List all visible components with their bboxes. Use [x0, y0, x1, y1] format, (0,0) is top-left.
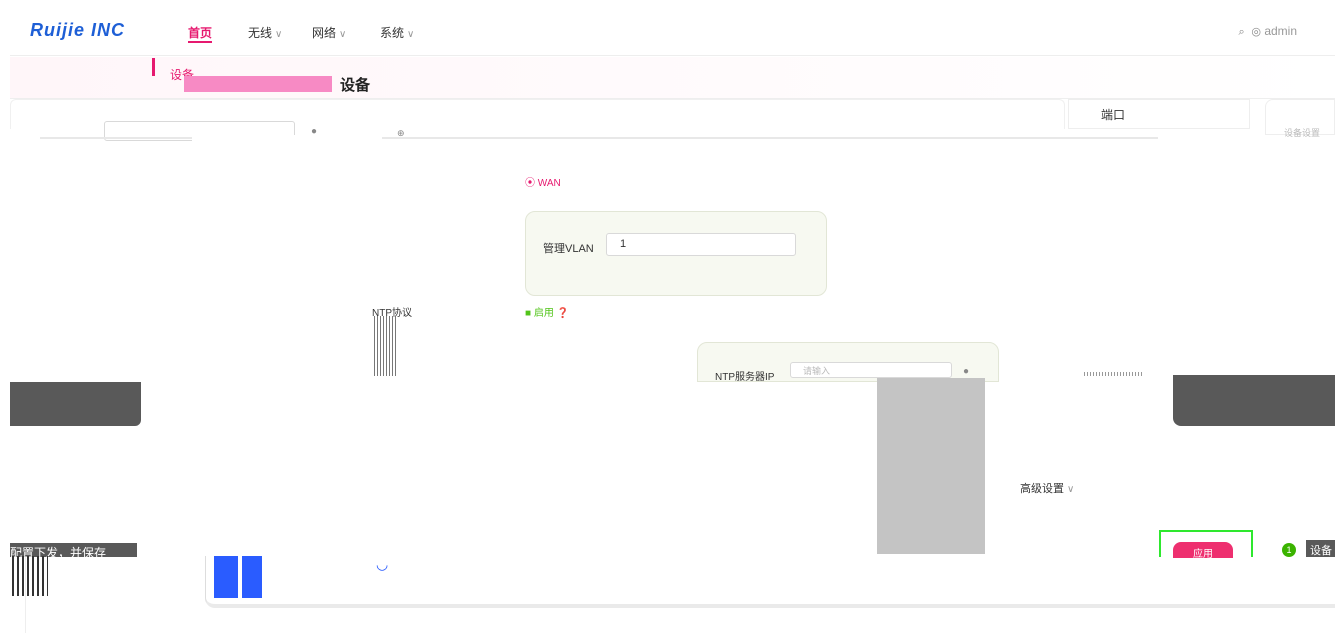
checkbox-icon[interactable]: ■ — [525, 308, 531, 319]
chevron-down-icon: ∨ — [407, 29, 415, 40]
vlan-label: 管理VLAN — [543, 243, 594, 255]
tab-device-settings-label: 设备设置 — [1284, 128, 1321, 138]
apply-button[interactable]: 应用 — [1173, 542, 1233, 558]
search-icon[interactable]: ⌕ — [1239, 26, 1245, 38]
bottom-stripes — [12, 556, 48, 596]
ntp-toggle[interactable]: ■ 启用 ❓ — [525, 304, 569, 319]
info-icon[interactable]: ⊕ — [397, 128, 405, 139]
deploy-save-button[interactable]: 配置下发，并保存 — [10, 543, 137, 557]
blue-divider — [238, 556, 242, 598]
bottom-left-pane — [25, 556, 191, 633]
page-title: 设备 — [340, 77, 371, 94]
vlan-input-value: 1 — [620, 238, 627, 250]
ntp-stripes — [374, 316, 398, 376]
ntp-toggle-label: 启用 — [533, 308, 554, 319]
username: admin — [1264, 24, 1297, 38]
user-menu[interactable]: ⌕ ◎ admin — [1239, 24, 1297, 39]
overlay-block-right — [1173, 375, 1335, 426]
user-icon: ◎ — [1251, 26, 1261, 38]
stripes-decor — [1084, 372, 1144, 376]
wan-indicator: ⦿ WAN — [525, 174, 561, 189]
notice-badge[interactable]: 1 — [1282, 543, 1296, 557]
brand-logo[interactable]: Ruijie INC — [30, 20, 125, 41]
sidebar-active-indicator — [152, 58, 155, 76]
ntp-server-label: NTP服务器IP — [715, 372, 775, 383]
advanced-settings-toggle[interactable]: 高级设置 ∨ — [1020, 480, 1074, 496]
chevron-down-icon: ∨ — [1067, 484, 1075, 495]
overlay-block-center — [877, 378, 985, 554]
loading-icon: ◡ — [376, 556, 389, 572]
chevron-down-icon: ∨ — [339, 29, 347, 40]
advanced-settings-label: 高级设置 — [1020, 483, 1064, 495]
chevron-down-icon: ∨ — [275, 29, 283, 40]
tab-port[interactable]: 端口 — [1068, 99, 1250, 129]
nav-item-wireless[interactable]: 无线 ∨ — [248, 24, 282, 41]
bottom-panel — [205, 556, 1335, 608]
nav-item-system-label: 系统 — [380, 26, 405, 40]
tip-label-box: 设备 — [1306, 540, 1335, 557]
wan-label: WAN — [537, 178, 561, 189]
ntp-server-input[interactable]: 请输入 — [790, 362, 952, 378]
wifi-icon: ⦿ — [525, 178, 535, 189]
tip-label: 设备 — [1310, 545, 1332, 557]
ntp-server-placeholder: 请输入 — [803, 366, 831, 376]
help-icon[interactable]: ● — [311, 126, 317, 137]
sidebar-highlight — [184, 76, 332, 92]
nav-item-wireless-label: 无线 — [248, 26, 273, 40]
nav-item-system[interactable]: 系统 ∨ — [380, 24, 414, 41]
vlan-input[interactable]: 1 — [606, 233, 796, 256]
question-icon[interactable]: ❓ — [557, 308, 569, 319]
overlay-block-left — [10, 382, 141, 426]
divider-gap — [192, 135, 382, 141]
help-icon[interactable]: ● — [963, 366, 969, 377]
tab-device-settings[interactable]: 设备设置 — [1265, 99, 1335, 138]
nav-item-network-label: 网络 — [312, 26, 337, 40]
tab-port-label: 端口 — [1101, 108, 1126, 122]
nav-item-network[interactable]: 网络 ∨ — [312, 24, 346, 41]
nav-item-home[interactable]: 首页 — [188, 24, 213, 43]
